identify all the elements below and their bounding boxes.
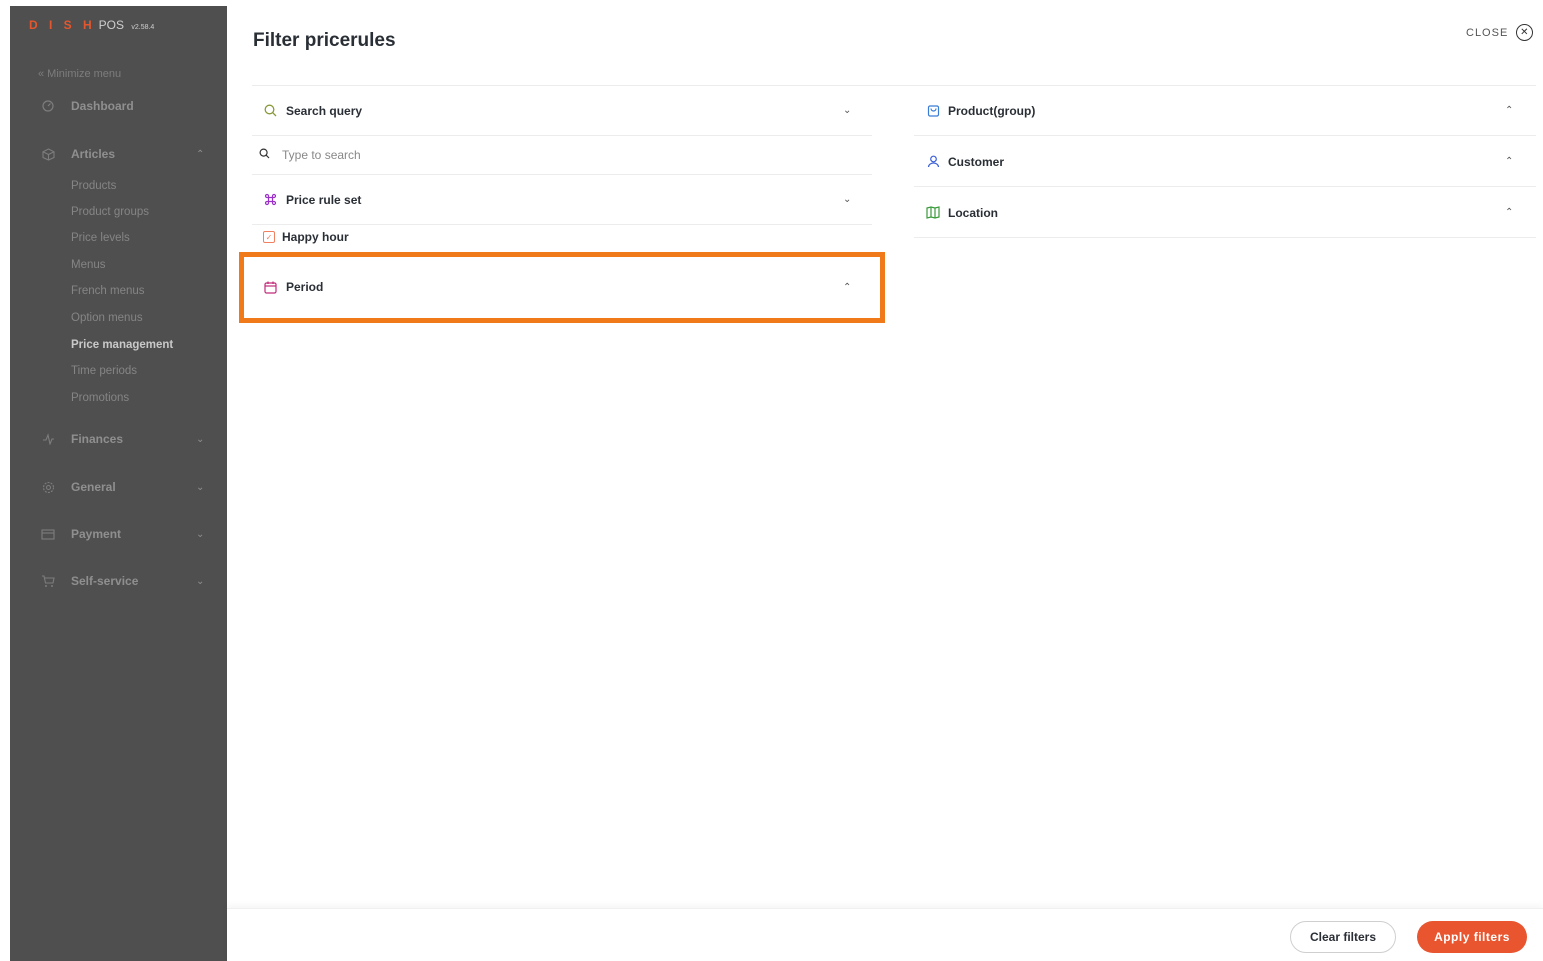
clear-filters-button[interactable]: Clear filters bbox=[1290, 921, 1396, 953]
option-label: Happy hour bbox=[282, 230, 349, 244]
close-button[interactable]: CLOSE ✕ bbox=[1466, 24, 1534, 41]
chevron-up-icon: ⌃ bbox=[1505, 105, 1514, 116]
sidebar-subitem-menus[interactable]: Menus bbox=[71, 259, 106, 271]
search-icon bbox=[259, 148, 270, 162]
chevron-down-icon: ⌄ bbox=[196, 481, 205, 493]
sidebar-item-label: Self-service bbox=[71, 574, 139, 588]
sidebar-subitem-option-menus[interactable]: Option menus bbox=[71, 312, 143, 324]
logo-pos: POS bbox=[98, 18, 125, 32]
panel-title: Filter pricerules bbox=[253, 30, 396, 51]
section-label: Period bbox=[286, 280, 324, 294]
map-icon bbox=[926, 206, 940, 220]
chevron-up-icon: ⌃ bbox=[1505, 207, 1514, 218]
minimize-menu-button[interactable]: « Minimize menu bbox=[38, 68, 121, 80]
app-version: v2.58.4 bbox=[131, 24, 155, 31]
filter-section-period[interactable]: Period ⌃ bbox=[252, 262, 872, 312]
chevron-up-icon: ⌃ bbox=[196, 148, 205, 160]
cart-icon bbox=[41, 574, 55, 588]
filter-section-product-group[interactable]: Product(group) ⌃ bbox=[914, 86, 1536, 136]
gear-icon bbox=[41, 480, 55, 494]
card-icon bbox=[41, 527, 55, 541]
price-rule-set-option-happy-hour[interactable]: ✓ Happy hour bbox=[263, 230, 349, 244]
sidebar-subitem-french-menus[interactable]: French menus bbox=[71, 285, 145, 297]
sidebar-item-payment[interactable]: Payment ⌄ bbox=[10, 524, 227, 544]
section-label: Search query bbox=[286, 103, 363, 118]
chevron-up-icon: ⌃ bbox=[843, 281, 852, 293]
chevron-down-icon: ⌄ bbox=[196, 528, 205, 540]
dashboard-icon bbox=[41, 99, 55, 113]
sidebar-item-articles[interactable]: Articles ⌃ bbox=[10, 144, 227, 164]
sidebar-subitem-price-management[interactable]: Price management bbox=[71, 339, 173, 351]
close-icon: ✕ bbox=[1516, 24, 1534, 41]
search-icon bbox=[263, 104, 277, 118]
chevron-down-icon: ⌄ bbox=[196, 433, 205, 445]
box-icon bbox=[41, 147, 55, 161]
filter-section-customer[interactable]: Customer ⌃ bbox=[914, 137, 1536, 187]
sidebar-item-finances[interactable]: Finances ⌄ bbox=[10, 429, 227, 449]
section-label: Location bbox=[948, 205, 998, 220]
section-label: Customer bbox=[948, 154, 1005, 169]
filter-section-location[interactable]: Location ⌃ bbox=[914, 188, 1536, 238]
calendar-icon bbox=[263, 280, 277, 294]
bag-icon bbox=[926, 104, 940, 118]
filter-section-search-query[interactable]: Search query ⌄ bbox=[252, 86, 872, 136]
sidebar-item-label: General bbox=[71, 480, 116, 494]
close-label: CLOSE bbox=[1466, 26, 1509, 39]
logo-text: D I S H bbox=[29, 18, 96, 32]
sidebar: D I S H POS v2.58.4 « Minimize menu Dashb… bbox=[10, 6, 227, 961]
sidebar-item-label: Articles bbox=[71, 147, 116, 161]
apply-filters-button[interactable]: Apply filters bbox=[1417, 921, 1527, 953]
sidebar-subitem-promotions[interactable]: Promotions bbox=[71, 392, 129, 404]
section-label: Price rule set bbox=[286, 192, 362, 207]
user-icon bbox=[926, 155, 940, 169]
filter-section-price-rule-set[interactable]: Price rule set ⌄ bbox=[252, 175, 872, 225]
sidebar-item-self-service[interactable]: Self-service ⌄ bbox=[10, 571, 227, 591]
chevron-down-icon: ⌄ bbox=[196, 575, 205, 587]
sidebar-item-dashboard[interactable]: Dashboard bbox=[10, 96, 227, 116]
logo: D I S H POS v2.58.4 bbox=[29, 18, 154, 32]
sidebar-subitem-price-levels[interactable]: Price levels bbox=[71, 232, 130, 244]
activity-icon bbox=[41, 432, 55, 446]
chevron-down-icon: ⌄ bbox=[843, 194, 852, 205]
checkbox-icon: ✓ bbox=[263, 231, 275, 243]
chevron-down-icon: ⌄ bbox=[843, 105, 852, 116]
sidebar-subitem-time-periods[interactable]: Time periods bbox=[71, 365, 137, 377]
sidebar-item-label: Finances bbox=[71, 432, 124, 446]
sidebar-item-general[interactable]: General ⌄ bbox=[10, 477, 227, 497]
search-input[interactable] bbox=[282, 148, 842, 162]
sidebar-subitem-products[interactable]: Products bbox=[71, 180, 116, 192]
command-icon bbox=[263, 193, 277, 207]
chevron-up-icon: ⌃ bbox=[1505, 156, 1514, 167]
sidebar-item-label: Dashboard bbox=[71, 99, 134, 113]
section-label: Product(group) bbox=[948, 103, 1036, 118]
sidebar-item-label: Payment bbox=[71, 527, 122, 541]
sidebar-subitem-product-groups[interactable]: Product groups bbox=[71, 206, 149, 218]
search-field-row bbox=[252, 136, 872, 175]
